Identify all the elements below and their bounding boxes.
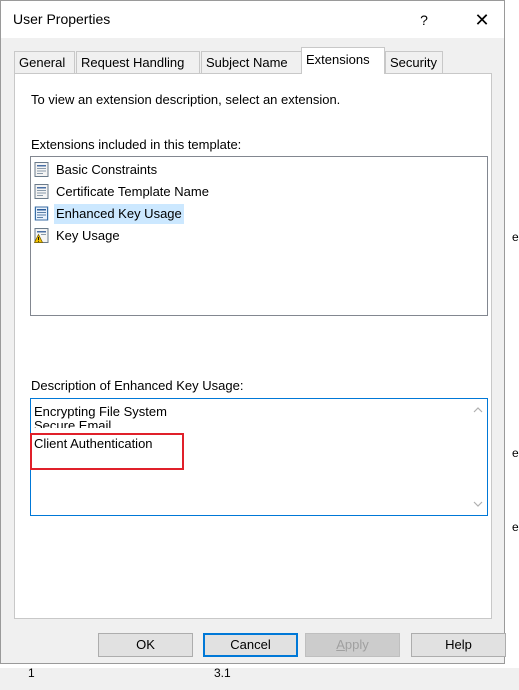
background-window-strip: [0, 668, 519, 690]
tab-extensions[interactable]: Extensions: [301, 47, 385, 74]
description-line: Secure Email: [34, 419, 112, 428]
title-bar: User Properties ? ✕: [1, 1, 504, 38]
annotation-highlight-box: [30, 433, 184, 470]
extension-item-label: Enhanced Key Usage: [54, 204, 184, 224]
tab-request-handling[interactable]: Request Handling: [76, 51, 200, 73]
apply-access-key: A: [336, 637, 345, 652]
window-title: User Properties: [13, 11, 111, 27]
extension-document-icon: [34, 184, 49, 199]
extension-item-label: Certificate Template Name: [56, 184, 209, 199]
extension-document-icon: [34, 162, 49, 177]
background-edge-text: e: [512, 520, 519, 534]
background-edge-text: e: [512, 230, 519, 244]
extension-item-basic-constraints[interactable]: Basic Constraints: [34, 160, 234, 180]
extension-item-label: Basic Constraints: [56, 162, 158, 177]
extension-item-certificate-template-name[interactable]: Certificate Template Name: [34, 182, 254, 202]
ok-button[interactable]: OK: [98, 633, 193, 657]
extensions-list-label: Extensions included in this template:: [31, 137, 242, 152]
tab-security[interactable]: Security: [385, 51, 443, 73]
scroll-down-arrow-icon[interactable]: [473, 499, 483, 509]
close-button[interactable]: ✕: [467, 7, 497, 33]
background-cell-1: 1: [28, 666, 35, 680]
warning-document-icon: [33, 228, 49, 243]
user-properties-dialog: User Properties ? ✕ General Request Hand…: [0, 0, 506, 664]
instruction-text: To view an extension description, select…: [31, 92, 341, 107]
help-button[interactable]: Help: [411, 633, 506, 657]
extension-document-icon: [34, 206, 49, 221]
description-line: Encrypting File System: [34, 404, 167, 419]
tab-subject-name[interactable]: Subject Name: [201, 51, 302, 73]
extensions-listbox[interactable]: Basic Constraints Certificate Template N…: [30, 156, 488, 316]
apply-button[interactable]: Apply: [305, 633, 400, 657]
apply-label-rest: pply: [344, 637, 369, 652]
tab-general[interactable]: General: [14, 51, 75, 73]
scroll-up-arrow-icon[interactable]: [473, 405, 483, 415]
cancel-button[interactable]: Cancel: [203, 633, 298, 657]
background-cell-2: 3.1: [214, 666, 231, 680]
extensions-tab-panel: To view an extension description, select…: [14, 73, 492, 619]
background-edge-text: e: [512, 446, 519, 460]
extension-item-key-usage[interactable]: Key Usage: [33, 226, 184, 246]
help-question-button[interactable]: ?: [409, 7, 439, 33]
description-label: Description of Enhanced Key Usage:: [31, 378, 244, 393]
extension-item-enhanced-key-usage[interactable]: Enhanced Key Usage: [34, 204, 234, 224]
extension-item-label: Key Usage: [56, 228, 120, 243]
